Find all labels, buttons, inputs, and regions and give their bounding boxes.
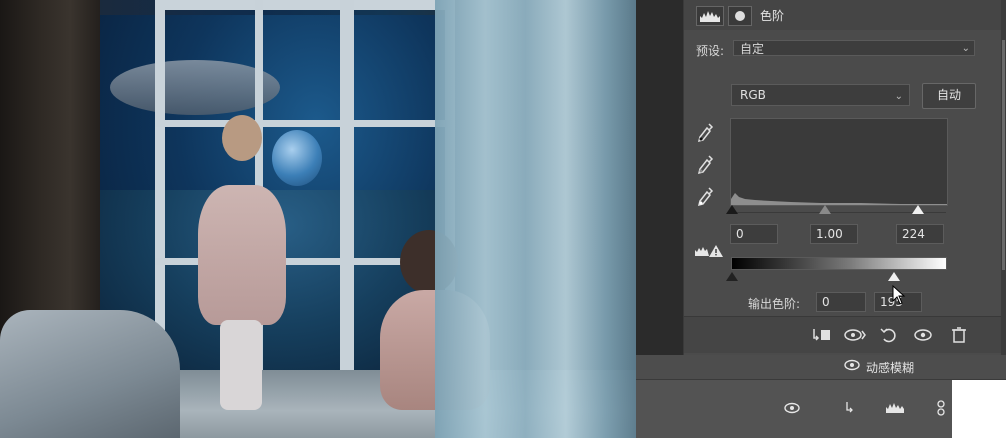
input-black-point-handle[interactable] [726, 205, 738, 214]
girl-head [222, 115, 262, 161]
preset-dropdown[interactable]: 自定 ⌄ [733, 40, 975, 56]
cursor-pointer-icon [892, 284, 906, 309]
input-black-field[interactable]: 0 [730, 224, 778, 244]
layer-row[interactable] [636, 380, 1006, 438]
visibility-icon[interactable] [908, 323, 938, 347]
girl-legs [220, 320, 262, 410]
panel-scrollbar-thumb[interactable] [1002, 40, 1005, 270]
input-white-point-handle[interactable] [912, 205, 924, 214]
panel-footer [684, 316, 1002, 353]
levels-histogram-icon [884, 400, 906, 417]
document-canvas[interactable] [0, 0, 636, 438]
levels-histogram [730, 118, 948, 206]
pillow [0, 310, 180, 438]
layers-panel: 动感模糊 [636, 355, 1006, 438]
standing-girl [190, 115, 290, 415]
input-gamma-handle[interactable] [819, 205, 831, 214]
eyedropper-white-icon[interactable] [696, 186, 714, 208]
output-white-handle[interactable] [888, 272, 900, 281]
output-levels-label: 输出色阶: [748, 297, 801, 311]
mask-icon[interactable] [728, 6, 752, 26]
right-sheer-curtain [435, 0, 636, 438]
visibility-icon[interactable] [784, 402, 800, 417]
input-gamma-field[interactable]: 1.00 [810, 224, 858, 244]
reset-icon[interactable] [874, 323, 904, 347]
channel-value: RGB [740, 88, 766, 102]
output-black-handle[interactable] [726, 272, 738, 281]
chevron-down-icon: ⌄ [961, 43, 970, 54]
girl-dress [198, 185, 286, 325]
eyedropper-black-icon[interactable] [696, 122, 714, 144]
preset-label: 预设: [696, 44, 725, 58]
clip-arrow-icon [844, 400, 856, 417]
clipping-warning-icon[interactable] [694, 244, 724, 262]
output-black-field[interactable]: 0 [816, 292, 866, 312]
panel-title: 色阶 [760, 9, 785, 23]
preset-value: 自定 [740, 42, 765, 56]
delete-icon[interactable] [944, 323, 974, 347]
levels-histogram-icon[interactable] [696, 6, 724, 26]
input-white-field[interactable]: 224 [896, 224, 944, 244]
eyedropper-gray-icon[interactable] [696, 154, 714, 176]
clip-to-layer-icon[interactable] [806, 323, 836, 347]
chevron-down-icon: ⌄ [894, 91, 903, 102]
panel-header: 色阶 [684, 0, 1002, 30]
layer-mask-thumbnail[interactable] [952, 380, 1006, 438]
layer-row[interactable]: 动感模糊 [636, 355, 1006, 380]
window-center-post [340, 0, 354, 380]
levels-properties-panel: 色阶 预设: 自定 ⌄ RGB ⌄ 自动 0 1.00 224 输出色阶: 0 … [683, 0, 1002, 355]
output-levels-gradient [731, 257, 947, 270]
layer-name: 动感模糊 [866, 361, 915, 375]
view-previous-icon[interactable] [840, 323, 870, 347]
auto-button[interactable]: 自动 [922, 83, 976, 109]
channel-dropdown[interactable]: RGB ⌄ [731, 84, 910, 106]
visibility-icon[interactable] [844, 359, 860, 374]
link-icon[interactable] [936, 400, 946, 419]
